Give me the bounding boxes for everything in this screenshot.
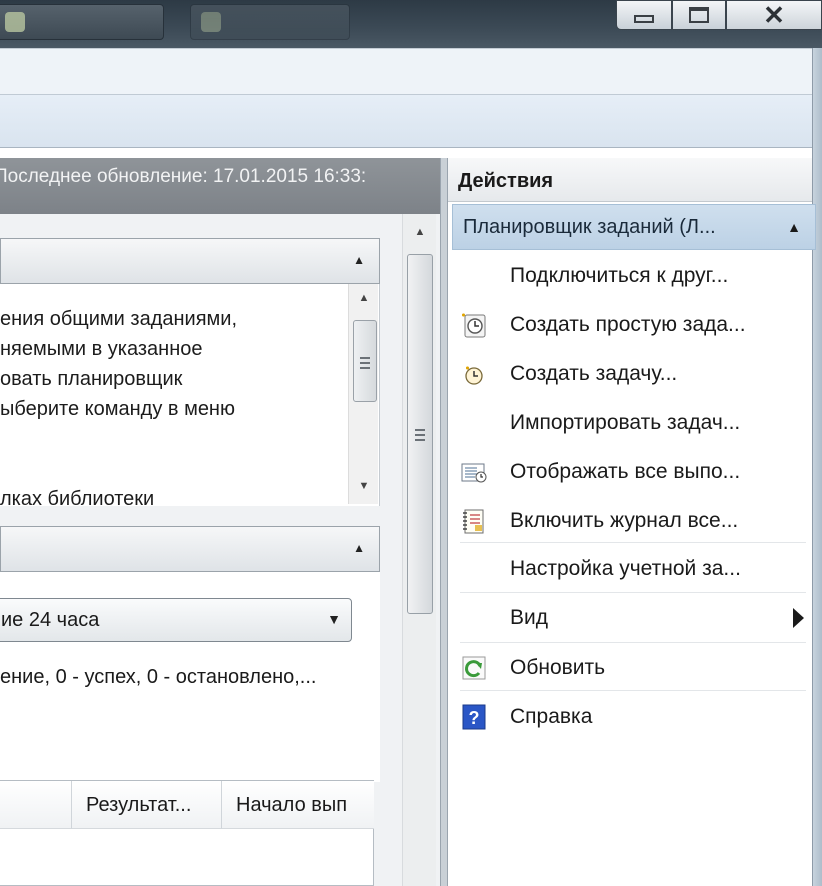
description-line: лках библиотеки xyxy=(0,488,155,506)
window-title-bar: ✕ xyxy=(0,0,822,48)
action-label: Справка xyxy=(510,705,593,728)
grip-line xyxy=(415,434,425,436)
description-line: няемыми в указанное xyxy=(0,338,203,360)
minimize-icon xyxy=(634,15,654,23)
action-label: Подключиться к друг... xyxy=(510,264,729,287)
column-header[interactable] xyxy=(0,781,72,829)
action-enable-history[interactable]: Включить журнал все... xyxy=(448,497,812,547)
grip-line xyxy=(415,439,425,441)
last-update-bar: Последнее обновление: 17.01.2015 16:33: xyxy=(0,158,440,214)
collapse-arrow-icon[interactable]: ▲ xyxy=(787,205,801,249)
menu-separator xyxy=(460,542,806,543)
action-view[interactable]: Вид xyxy=(448,594,812,644)
svg-text:?: ? xyxy=(469,708,480,728)
actions-title: Действия xyxy=(448,158,812,202)
description-line: ыберите команду в меню xyxy=(0,398,235,420)
pane-splitter[interactable] xyxy=(440,158,448,886)
column-header-result[interactable]: Результат... xyxy=(72,781,222,829)
scroll-thumb[interactable] xyxy=(353,320,377,402)
taskbar-button[interactable] xyxy=(0,4,164,40)
action-import-task[interactable]: Импортировать задач... xyxy=(448,399,812,449)
dropdown-arrow-icon: ▼ xyxy=(327,611,341,627)
grip-line xyxy=(415,429,425,431)
description-line: овать планировщик xyxy=(0,368,183,390)
actions-section-header[interactable]: Планировщик заданий (Л... ▲ xyxy=(452,204,816,250)
close-button[interactable]: ✕ xyxy=(726,0,822,30)
section-label: Планировщик заданий (Л... xyxy=(463,216,716,238)
maximize-icon xyxy=(689,7,709,23)
refresh-icon xyxy=(462,656,486,680)
grip-line xyxy=(360,362,370,364)
grip-line xyxy=(360,357,370,359)
taskbar-button[interactable] xyxy=(190,4,350,40)
menu-separator xyxy=(460,592,806,593)
time-range-dropdown[interactable]: ие 24 часа ▼ xyxy=(0,598,352,642)
create-task-icon xyxy=(465,366,483,385)
enable-history-icon xyxy=(463,509,484,534)
action-label: Включить журнал все... xyxy=(510,509,739,532)
collapse-arrow-icon[interactable]: ▲ xyxy=(353,541,365,555)
help-icon: ? xyxy=(462,704,486,730)
action-label: Обновить xyxy=(510,656,606,679)
action-refresh[interactable]: Обновить xyxy=(448,644,812,694)
task-status-table: Результат... Начало вып xyxy=(0,780,374,886)
task-status-summary: ение, 0 - успех, 0 - остановлено,... xyxy=(0,666,317,688)
action-label: Создать задачу... xyxy=(510,362,678,385)
toolbar xyxy=(0,94,822,148)
menu-bar xyxy=(0,48,822,94)
overview-description: ения общими заданиями, няемыми в указанн… xyxy=(0,284,380,506)
action-account-settings[interactable]: Настройка учетной за... xyxy=(448,545,812,595)
scroll-up-icon[interactable]: ▲ xyxy=(403,226,437,238)
actions-pane: Действия Планировщик заданий (Л... ▲ Под… xyxy=(448,158,816,886)
maximize-button[interactable] xyxy=(672,0,726,30)
action-create-basic-task[interactable]: Создать простую зада... xyxy=(448,301,812,351)
scroll-up-icon[interactable]: ▲ xyxy=(349,292,379,304)
minimize-button[interactable] xyxy=(616,0,672,30)
display-running-tasks-icon xyxy=(461,463,487,483)
grip-line xyxy=(360,367,370,369)
scroll-down-icon[interactable]: ▼ xyxy=(349,480,379,492)
app-icon xyxy=(5,12,25,32)
action-label: Отображать все выпо... xyxy=(510,460,741,483)
window-frame xyxy=(812,48,822,886)
column-header-start[interactable]: Начало вып xyxy=(222,781,374,829)
app-icon xyxy=(201,12,221,32)
action-display-running-tasks[interactable]: Отображать все выпо... xyxy=(448,448,812,498)
menu-separator xyxy=(460,690,806,691)
description-line: ения общими заданиями, xyxy=(0,308,238,330)
action-label: Настройка учетной за... xyxy=(510,557,741,580)
scroll-thumb[interactable] xyxy=(407,254,433,614)
description-scrollbar[interactable]: ▲ ▼ xyxy=(348,284,378,504)
action-connect[interactable]: Подключиться к друг... xyxy=(448,252,812,302)
action-label: Вид xyxy=(510,606,548,629)
action-label: Импортировать задач... xyxy=(510,411,741,434)
collapse-arrow-icon[interactable]: ▲ xyxy=(353,253,365,267)
last-update-text: Последнее обновление: 17.01.2015 16:33: xyxy=(0,166,367,187)
menu-separator xyxy=(460,642,806,643)
create-basic-task-icon xyxy=(462,313,486,338)
action-label: Создать простую зада... xyxy=(510,313,746,336)
close-icon: ✕ xyxy=(763,0,785,30)
status-section-header[interactable]: ▲ xyxy=(0,526,380,572)
action-create-task[interactable]: Создать задачу... xyxy=(448,350,812,400)
dropdown-value: ие 24 часа xyxy=(1,609,100,631)
summary-scrollbar[interactable]: ▲ xyxy=(402,214,436,886)
overview-section-header[interactable]: ▲ xyxy=(0,238,380,284)
action-help[interactable]: ? Справка xyxy=(448,693,812,743)
submenu-arrow-icon xyxy=(793,608,804,628)
